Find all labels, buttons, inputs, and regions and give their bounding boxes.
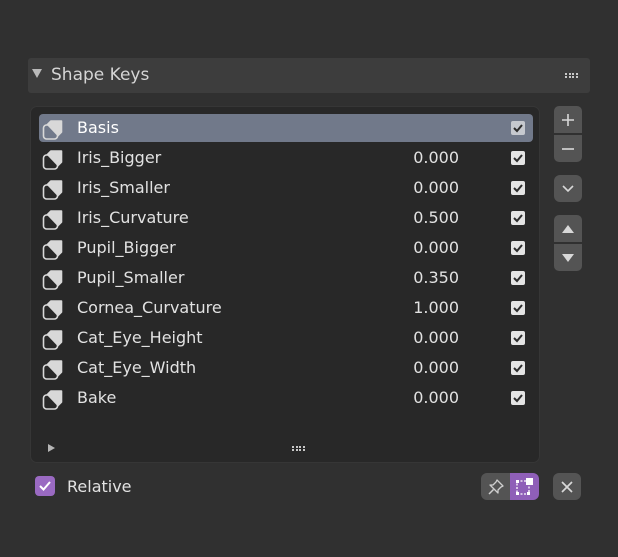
shape-key-icon bbox=[42, 149, 63, 170]
shape-key-value[interactable]: 0.000 bbox=[413, 328, 459, 347]
shape-key-icon bbox=[42, 209, 63, 230]
shape-key-name[interactable]: Iris_Curvature bbox=[77, 208, 189, 227]
shape-key-row[interactable]: Iris_Smaller 0.000 bbox=[39, 174, 533, 202]
list-filter-expand-icon[interactable] bbox=[48, 444, 55, 452]
shape-keys-panel-header[interactable]: Shape Keys bbox=[28, 58, 590, 93]
shape-key-value[interactable]: 0.000 bbox=[413, 148, 459, 167]
chevron-down-icon bbox=[562, 184, 574, 192]
edit-mode-button[interactable] bbox=[510, 473, 539, 500]
shape-key-value[interactable]: 0.000 bbox=[413, 238, 459, 257]
shape-key-mute-checkbox[interactable] bbox=[511, 181, 525, 195]
shape-key-name[interactable]: Cornea_Curvature bbox=[77, 298, 222, 317]
shape-key-name[interactable]: Pupil_Smaller bbox=[77, 268, 184, 287]
move-shape-key-up-button[interactable] bbox=[554, 215, 582, 242]
shape-key-name[interactable]: Cat_Eye_Width bbox=[77, 358, 196, 377]
shape-key-specials-button[interactable] bbox=[554, 175, 582, 202]
shape-key-name[interactable]: Pupil_Bigger bbox=[77, 238, 176, 257]
shape-key-icon bbox=[42, 119, 63, 140]
shape-key-row[interactable]: Cornea_Curvature 1.000 bbox=[39, 294, 533, 322]
shape-key-row[interactable]: Bake 0.000 bbox=[39, 384, 533, 412]
shape-key-row[interactable]: Cat_Eye_Height 0.000 bbox=[39, 324, 533, 352]
shape-keys-list: Basis Iris_Bigger 0.000 Iris_Smaller 0.000 Ir… bbox=[30, 106, 540, 463]
shape-key-name[interactable]: Cat_Eye_Height bbox=[77, 328, 203, 347]
shape-key-row[interactable]: Pupil_Bigger 0.000 bbox=[39, 234, 533, 262]
triangle-down-icon[interactable] bbox=[32, 69, 42, 78]
shape-key-value[interactable]: 0.000 bbox=[413, 178, 459, 197]
shape-key-mute-checkbox[interactable] bbox=[511, 121, 525, 135]
shape-key-icon bbox=[42, 179, 63, 200]
close-icon bbox=[561, 480, 573, 493]
edit-mode-icon bbox=[515, 477, 533, 495]
shape-key-mute-checkbox[interactable] bbox=[511, 331, 525, 345]
shape-key-row[interactable]: Pupil_Smaller 0.350 bbox=[39, 264, 533, 292]
shape-key-name[interactable]: Iris_Smaller bbox=[77, 178, 170, 197]
shape-key-mute-checkbox[interactable] bbox=[511, 301, 525, 315]
shape-key-icon bbox=[42, 389, 63, 410]
relative-label: Relative bbox=[67, 477, 132, 496]
shape-key-value[interactable]: 0.000 bbox=[413, 388, 459, 407]
plus-icon bbox=[562, 113, 574, 126]
shape-key-mute-checkbox[interactable] bbox=[511, 361, 525, 375]
shape-key-icon bbox=[42, 239, 63, 260]
move-shape-key-down-button[interactable] bbox=[554, 244, 582, 271]
list-resize-handle-icon[interactable] bbox=[292, 446, 305, 451]
shape-key-icon bbox=[42, 299, 63, 320]
shape-key-name[interactable]: Bake bbox=[77, 388, 116, 407]
add-shape-key-button[interactable] bbox=[554, 106, 582, 133]
relative-checkbox[interactable] bbox=[35, 476, 55, 496]
shape-key-row[interactable]: Basis bbox=[39, 114, 533, 142]
drag-handle-icon[interactable] bbox=[565, 73, 578, 78]
shape-key-value[interactable]: 1.000 bbox=[413, 298, 459, 317]
shape-key-icon bbox=[42, 269, 63, 290]
remove-shape-key-button[interactable] bbox=[554, 135, 582, 162]
shape-key-row[interactable]: Cat_Eye_Width 0.000 bbox=[39, 354, 533, 382]
pin-button[interactable] bbox=[481, 473, 510, 500]
triangle-down-icon bbox=[562, 253, 574, 262]
minus-icon bbox=[562, 147, 574, 150]
shape-key-value[interactable]: 0.500 bbox=[413, 208, 459, 227]
triangle-up-icon bbox=[562, 224, 574, 233]
shape-key-value[interactable]: 0.000 bbox=[413, 358, 459, 377]
shape-key-mute-checkbox[interactable] bbox=[511, 271, 525, 285]
shape-key-row[interactable]: Iris_Curvature 0.500 bbox=[39, 204, 533, 232]
pin-icon bbox=[487, 478, 504, 495]
shape-key-row[interactable]: Iris_Bigger 0.000 bbox=[39, 144, 533, 172]
checkmark-icon bbox=[39, 481, 51, 491]
clear-shape-keys-button[interactable] bbox=[553, 473, 581, 500]
shape-key-name[interactable]: Basis bbox=[77, 118, 119, 137]
shape-key-name[interactable]: Iris_Bigger bbox=[77, 148, 161, 167]
shape-key-icon bbox=[42, 359, 63, 380]
shape-key-mute-checkbox[interactable] bbox=[511, 151, 525, 165]
shape-key-value[interactable]: 0.350 bbox=[413, 268, 459, 287]
shape-key-mute-checkbox[interactable] bbox=[511, 241, 525, 255]
shape-key-mute-checkbox[interactable] bbox=[511, 391, 525, 405]
panel-title: Shape Keys bbox=[51, 65, 150, 85]
shape-key-icon bbox=[42, 329, 63, 350]
shape-key-mute-checkbox[interactable] bbox=[511, 211, 525, 225]
